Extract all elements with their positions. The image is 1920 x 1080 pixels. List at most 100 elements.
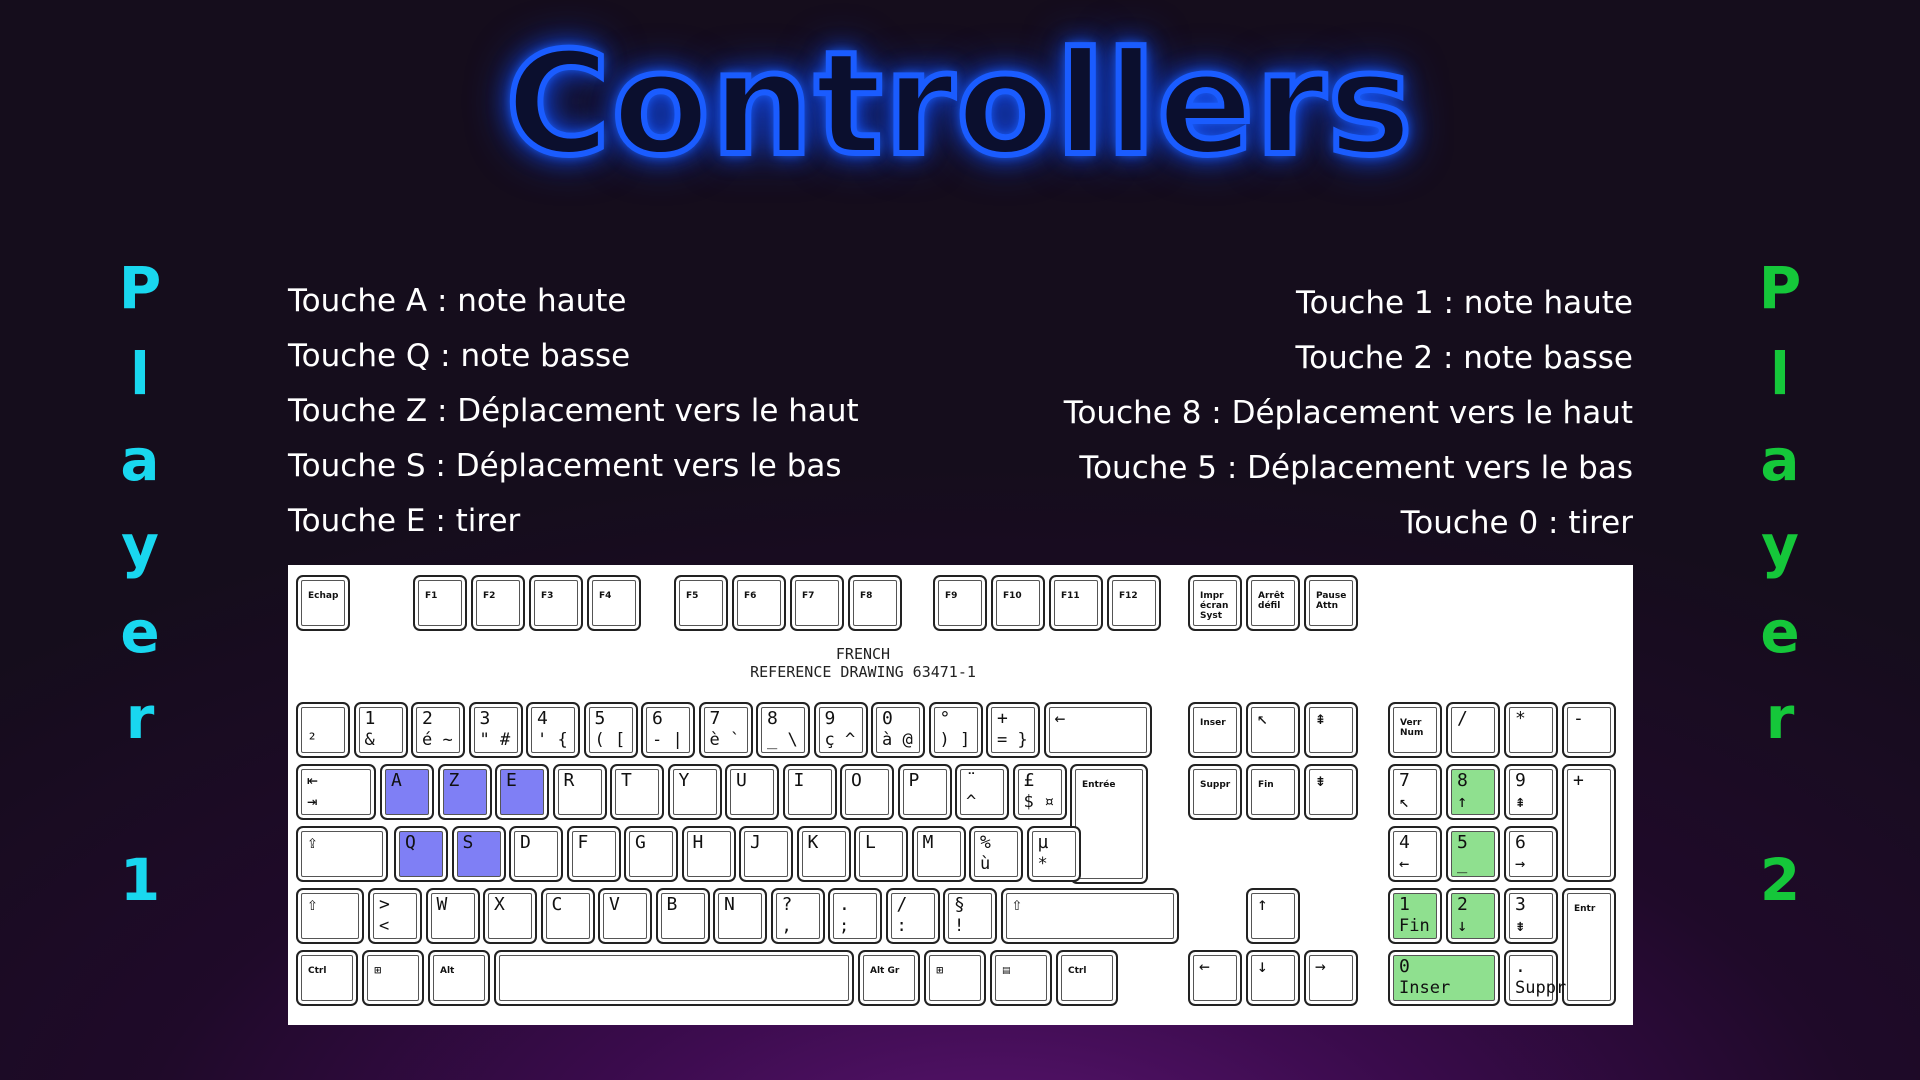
keyboard-key: F xyxy=(566,826,621,882)
key-label: E xyxy=(506,770,517,791)
keyboard-key: 5( [ xyxy=(583,702,638,758)
keyboard-key: °) ] xyxy=(928,702,983,758)
keyboard-key: F7 xyxy=(790,575,844,631)
key-label: R xyxy=(563,770,575,791)
keyboard-key: N xyxy=(713,888,767,944)
keyboard-key: ↖ xyxy=(1246,702,1300,758)
key-label: 4 xyxy=(537,708,548,729)
key-label: O xyxy=(851,770,862,791)
key-label: F5 xyxy=(686,591,699,601)
key-label: F12 xyxy=(1119,591,1138,601)
control-line: Touche E : tirer xyxy=(288,503,521,539)
key-label: ← xyxy=(1399,854,1410,874)
key-label: Alt Gr xyxy=(870,966,900,976)
key-label: * xyxy=(1037,854,1048,874)
key-label: ç ^ xyxy=(824,730,856,750)
keyboard-key: ?, xyxy=(770,888,825,944)
key-label: V xyxy=(609,894,620,915)
key-label: F7 xyxy=(802,591,815,601)
keyboard-key: ² xyxy=(296,702,350,758)
keyboard-diagram: FRENCH REFERENCE DRAWING 63471-1 Echap F1… xyxy=(288,565,1633,1025)
player-2-letter: e xyxy=(1760,598,1800,666)
key-label: Fin xyxy=(1258,780,1274,790)
player-2-label: P l a y e r 2 xyxy=(1735,245,1825,925)
key-label: ^ xyxy=(966,792,977,812)
keyboard-key: T xyxy=(610,764,664,820)
keyboard-key: ⊞ xyxy=(362,950,424,1006)
keyboard-key: Alt xyxy=(428,950,490,1006)
key-label: ⇧ xyxy=(307,894,318,915)
keyboard-key: + = } xyxy=(986,702,1040,758)
key-label: Verr Num xyxy=(1400,718,1424,738)
key-label: F4 xyxy=(599,591,612,601)
keyboard-key: Suppr xyxy=(1188,764,1242,820)
key-label: 2 xyxy=(422,708,433,729)
keyboard-key: F3 xyxy=(529,575,583,631)
key-label: + xyxy=(1573,770,1584,791)
keyboard-key: Y xyxy=(667,764,722,820)
player-1-letter: l xyxy=(130,340,150,408)
keyboard-key: Verr Num xyxy=(1388,702,1442,758)
keyboard-key: > < xyxy=(368,888,422,944)
key-label: £ xyxy=(1023,770,1035,791)
keyboard-key: ↑ xyxy=(1246,888,1300,944)
keyboard-key: F10 xyxy=(991,575,1045,631)
key-label: I xyxy=(793,770,805,791)
key-label: K xyxy=(807,832,819,853)
key-label: ² xyxy=(307,730,318,750)
key-label: è ` xyxy=(709,730,741,750)
keyboard-key: ⇪ xyxy=(296,826,388,882)
keyboard-key: 0à @ xyxy=(871,702,925,758)
key-label: ⊞ xyxy=(374,966,382,976)
key-label: D xyxy=(520,832,531,853)
key-label: N xyxy=(724,894,735,915)
key-label: 9 xyxy=(824,708,836,729)
key-label: ⇪ xyxy=(307,832,318,853)
keyboard-key: Echap xyxy=(296,575,350,631)
keyboard-key: H xyxy=(681,826,736,882)
key-label: $ ¤ xyxy=(1023,792,1055,812)
key-label: L xyxy=(865,832,876,853)
key-label: F8 xyxy=(860,591,873,601)
keyboard-key: L xyxy=(854,826,908,882)
key-label: U xyxy=(736,770,747,791)
keyboard-key: Fin xyxy=(1246,764,1300,820)
key-label: ↖ xyxy=(1257,708,1268,729)
key-label: Ctrl xyxy=(1068,966,1087,976)
keyboard-key: F2 xyxy=(471,575,525,631)
key-label: F2 xyxy=(483,591,496,601)
key-label: Impr écran Syst xyxy=(1200,591,1229,621)
key-label: ⊞ xyxy=(936,966,944,976)
keyboard-key: F4 xyxy=(587,575,641,631)
key-label: X xyxy=(494,894,505,915)
key-label: G xyxy=(635,832,646,853)
key-label: Alt xyxy=(440,966,455,976)
keyboard-key: ← xyxy=(1043,702,1152,758)
key-label: ¨ xyxy=(966,770,977,791)
key-label: F11 xyxy=(1061,591,1080,601)
keyboard-key: 4 ← xyxy=(1388,826,1442,882)
keyboard-key: 2é ~ xyxy=(411,702,465,758)
key-label: , xyxy=(781,916,792,936)
player-1-letter: y xyxy=(121,512,159,580)
key-label: ù xyxy=(980,854,991,874)
keyboard-key: 4 ' { xyxy=(526,702,580,758)
keyboard-key: 3 ⇟ xyxy=(1504,888,1558,944)
key-label: 3 xyxy=(479,708,491,729)
keyboard-key: 5 _ xyxy=(1446,826,1500,882)
key-label: Inser xyxy=(1399,978,1451,998)
keyboard-key: ▤ xyxy=(990,950,1052,1006)
control-line: Touche A : note haute xyxy=(288,283,627,319)
key-label: ↓ xyxy=(1457,916,1468,936)
keyboard-key: §! xyxy=(943,888,997,944)
player-2-controls: Touche 1 : note haute Touche 2 : note ba… xyxy=(1033,280,1633,555)
key-label: : xyxy=(896,916,907,936)
keyboard-key: ⊞ xyxy=(924,950,986,1006)
keyboard-key: Entr xyxy=(1562,888,1616,1006)
player-2-letter: l xyxy=(1770,340,1790,408)
key-label: 7 xyxy=(1399,770,1410,791)
control-line: Touche Q : note basse xyxy=(288,338,631,374)
keyboard-key: £ $ ¤ xyxy=(1012,764,1067,820)
keyboard-key: M xyxy=(911,826,966,882)
key-label: C xyxy=(551,894,563,915)
